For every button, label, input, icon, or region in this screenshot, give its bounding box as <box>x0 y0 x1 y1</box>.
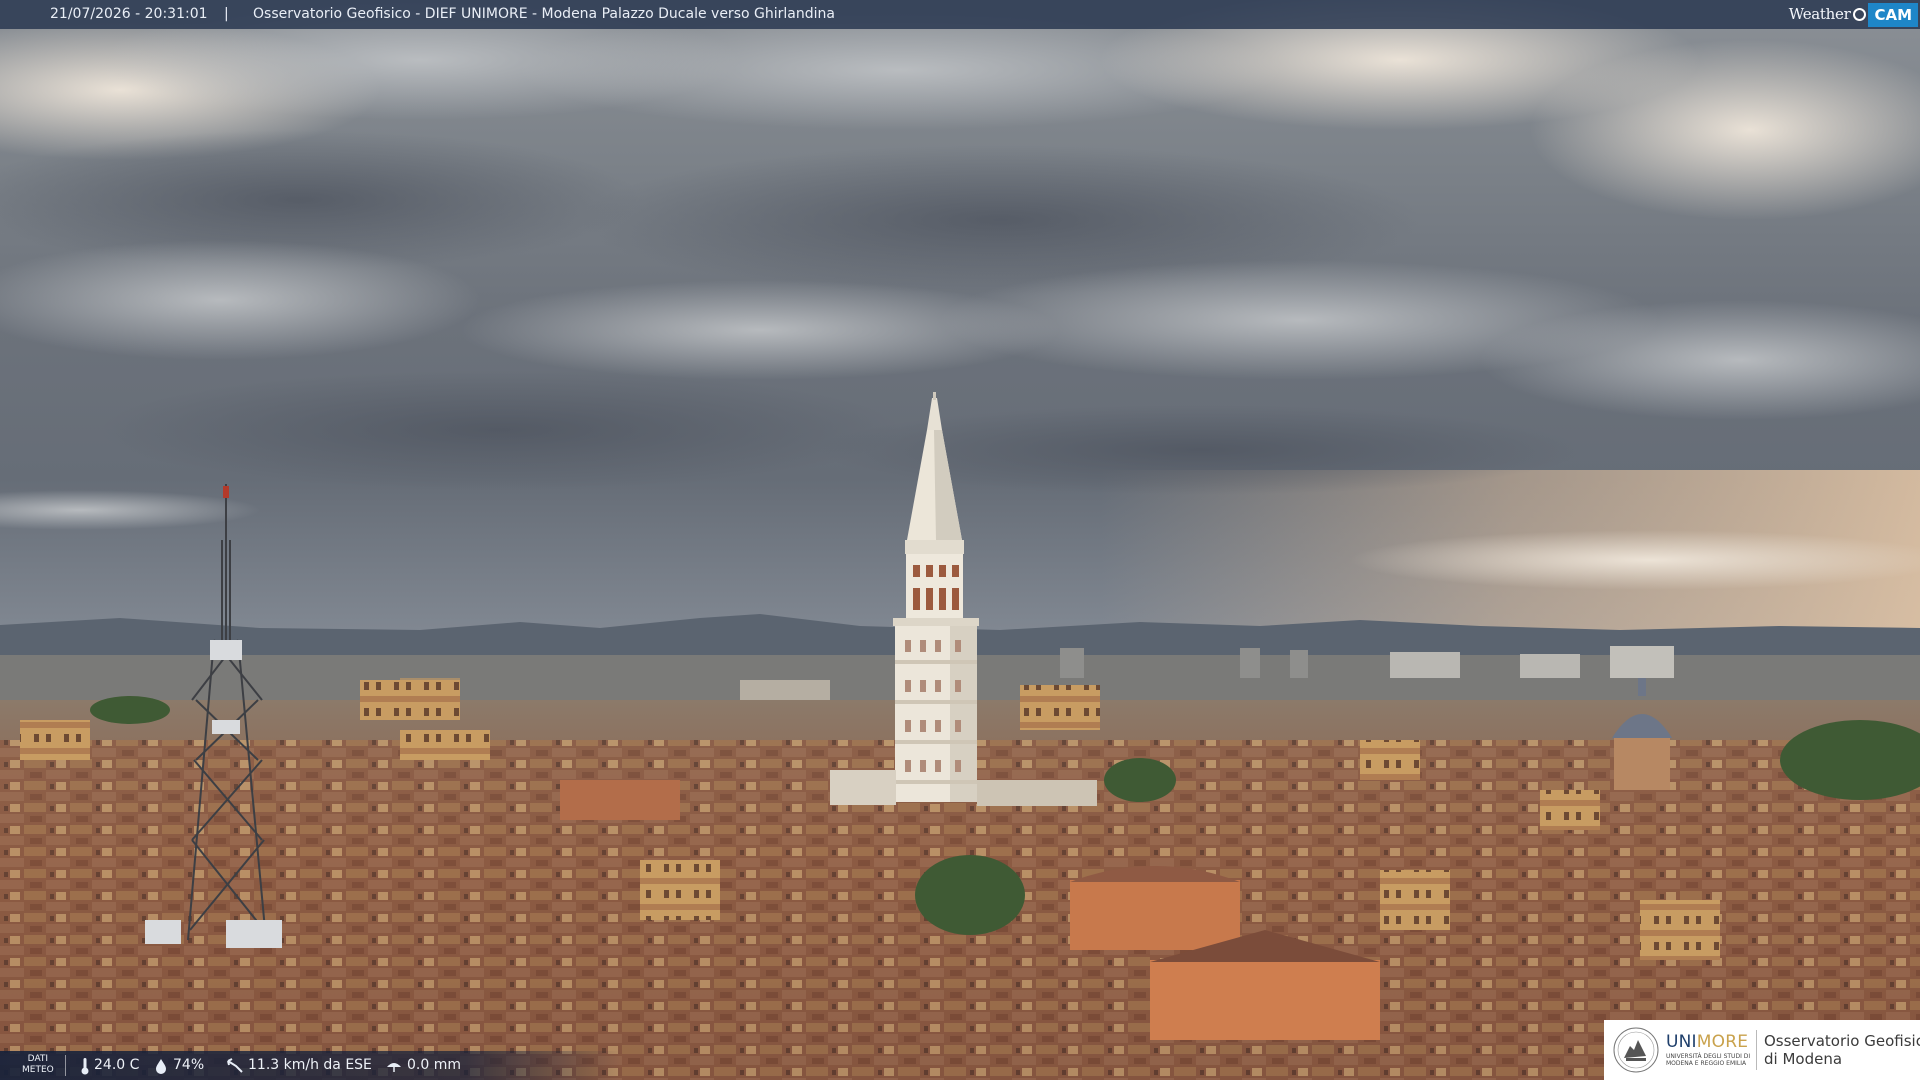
divider <box>65 1055 66 1076</box>
university-seal-icon <box>1613 1027 1659 1073</box>
unimore-wordmark: UNIMORE <box>1666 1032 1749 1052</box>
brand-dot-icon <box>1853 8 1867 21</box>
temperature-reading: 24.0 C <box>80 1051 139 1080</box>
observatory-name: Osservatorio Geofisico di Modena <box>1764 1032 1920 1068</box>
unimore-logo: UNIMORE UNIVERSITÀ DEGLI STUDI DI MODENA… <box>1604 1020 1920 1080</box>
camera-title: Osservatorio Geofisico - DIEF UNIMORE - … <box>253 6 835 22</box>
rain-reading: 0.0 mm <box>385 1051 461 1080</box>
webcam-image <box>0 0 1920 1080</box>
wind-icon <box>227 1057 243 1073</box>
top-status-bar: 21/07/2026 - 20:31:01 | Osservatorio Geo… <box>0 0 1920 29</box>
weathercam-logo: Weather CAM <box>1789 0 1920 29</box>
separator: | <box>224 6 229 22</box>
humidity-reading: 74% <box>153 1051 204 1080</box>
brand-cam: CAM <box>1868 2 1918 27</box>
brand-word: Weather <box>1788 5 1851 23</box>
timestamp: 21/07/2026 - 20:31:01 <box>50 6 208 22</box>
wind-reading: 11.3 km/h da ESE <box>226 1051 372 1080</box>
humidity-drop-icon <box>156 1058 166 1074</box>
university-name: UNIVERSITÀ DEGLI STUDI DI MODENA E REGGI… <box>1666 1053 1751 1067</box>
thermometer-icon <box>81 1057 89 1074</box>
weather-label: DATI METEO <box>22 1054 54 1075</box>
logo-divider <box>1756 1030 1757 1070</box>
rain-icon <box>387 1062 401 1072</box>
weather-data-bar: DATI METEO 24.0 C 74% 11.3 km/h da ESE 0… <box>0 1051 620 1080</box>
